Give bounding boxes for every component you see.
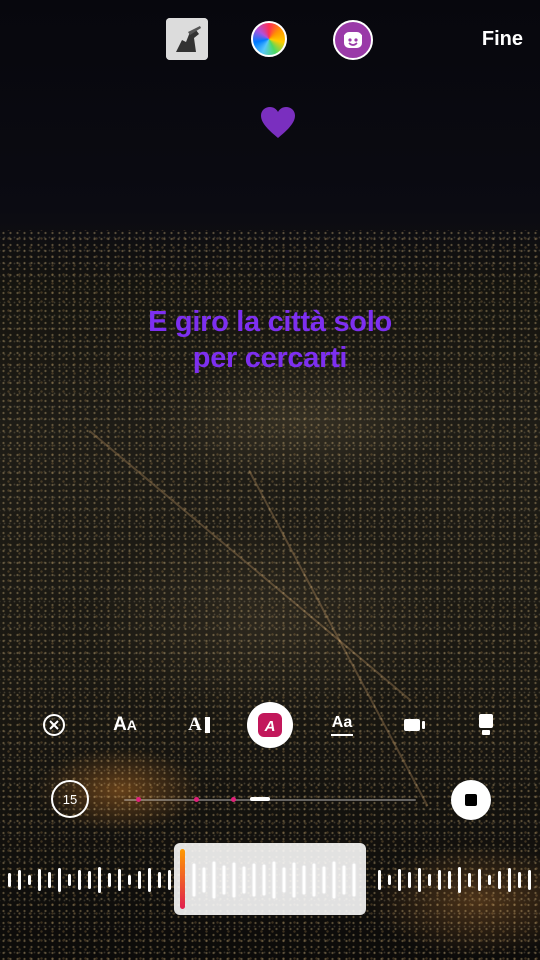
waveform-bar (458, 867, 461, 893)
lyric-marker (231, 797, 236, 802)
selected-waveform-bar (291, 861, 297, 899)
waveform-bar (528, 870, 531, 890)
svg-text:A: A (264, 718, 276, 735)
lyrics-line: per cercarti (192, 342, 348, 374)
selected-waveform-bar (251, 862, 257, 898)
lyric-marker (194, 797, 199, 802)
text-size-aa-icon[interactable]: AA (105, 705, 145, 745)
sticker-face-icon[interactable] (333, 20, 373, 60)
waveform-bar (48, 872, 51, 888)
waveform-bar (8, 873, 11, 887)
waveform-bar (478, 869, 481, 891)
remove-icon[interactable] (34, 705, 74, 745)
video-clip-icon[interactable] (395, 705, 435, 745)
waveform-bar (138, 871, 141, 889)
waveform-bar (88, 871, 91, 889)
waveform-bar (98, 867, 101, 893)
waveform-bar (68, 874, 71, 886)
waveform-bar (498, 871, 501, 889)
timeline-playhead[interactable] (250, 797, 270, 801)
selected-waveform-bar (221, 864, 227, 896)
waveform-bar (168, 870, 171, 890)
stop-icon[interactable] (451, 780, 491, 820)
waveform-bar (128, 875, 131, 885)
waveform-bar (448, 871, 451, 889)
waveform-bar (58, 868, 61, 892)
purple-heart-icon[interactable] (260, 106, 296, 145)
waveform-bar (158, 872, 161, 888)
selected-waveform-bar (301, 864, 307, 896)
lyrics-timeline[interactable] (124, 797, 416, 802)
selected-waveform-bar (201, 866, 207, 894)
text-underline-aa-icon[interactable]: Aa (322, 705, 362, 745)
selected-waveform-bar (211, 860, 217, 900)
waveform-bar (118, 869, 121, 891)
selected-waveform-bar (241, 865, 247, 895)
selected-waveform-bar (261, 863, 267, 897)
waveform-bar (398, 869, 401, 891)
waveform-bar (468, 873, 471, 887)
lyrics-line: E giro la città solo (148, 306, 392, 338)
waveform-bar (518, 872, 521, 888)
selected-waveform-bar (311, 862, 317, 898)
waveform-bar (18, 870, 21, 890)
lyrics-style-toolbar: AA A A Aa (0, 702, 540, 748)
selected-waveform-bar (231, 861, 237, 899)
waveform-bar (428, 874, 431, 886)
card-style-icon[interactable] (466, 705, 506, 745)
top-bar: Fine (0, 18, 540, 62)
lyric-marker (136, 797, 141, 802)
color-wheel-icon[interactable] (251, 21, 287, 57)
text-cursor-icon[interactable]: A (179, 705, 219, 745)
selected-waveform-bar (321, 865, 327, 895)
selected-waveform-bar (281, 866, 287, 894)
lyrics-text[interactable]: E giro la città solo per cercarti (60, 304, 480, 376)
waveform-bar (418, 868, 421, 892)
done-button[interactable]: Fine (482, 28, 523, 51)
album-cover-icon[interactable] (166, 18, 208, 60)
waveform-bar (78, 870, 81, 890)
playback-bar: 15 (0, 780, 540, 820)
selected-waveform-bar (341, 864, 347, 896)
waveform-bar (148, 868, 151, 892)
waveform-bar (378, 870, 381, 890)
selected-waveform-bar (271, 860, 277, 900)
text-style-a-icon[interactable]: A (247, 702, 293, 748)
selected-waveform-bar (331, 860, 337, 900)
waveform-bar (388, 875, 391, 885)
waveform-bar (28, 875, 31, 885)
selected-waveform-bar (191, 862, 197, 898)
waveform-bar (438, 870, 441, 890)
duration-button[interactable]: 15 (51, 780, 89, 818)
waveform-bar (508, 868, 511, 892)
selected-waveform-bar (351, 862, 357, 898)
waveform-bar (488, 875, 491, 885)
waveform-bar (38, 869, 41, 891)
waveform-bar (408, 872, 411, 888)
selected-waveform (191, 860, 357, 900)
waveform-bar (108, 873, 111, 887)
